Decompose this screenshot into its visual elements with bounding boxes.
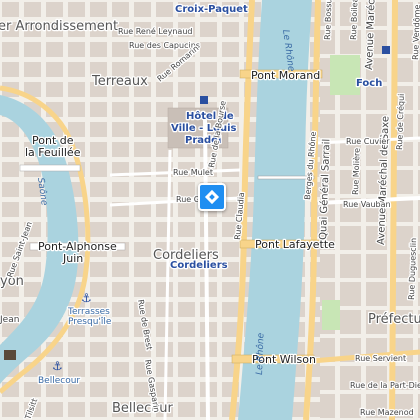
anchor-icon-bellecour: ⚓ <box>52 359 63 373</box>
district-label-arrondissement: er Arrondissement <box>0 19 118 34</box>
landmark-hotel-de-ville-2: Ville - Louis <box>171 123 237 134</box>
street-label-cuvier: Rue Cuvier <box>346 137 390 146</box>
bridge-label-alphonse-2: Juin <box>62 252 83 265</box>
landmark-foch: Foch <box>356 78 382 89</box>
anchor-icon: ⚓ <box>81 291 92 305</box>
landmark-terrasses-2: Presqu'île <box>68 317 112 327</box>
landmark-terrasses-1: Terrasses <box>67 307 110 317</box>
street-label-mazenod: Rue Mazenod <box>360 408 414 417</box>
pont-feuillee <box>19 164 81 172</box>
street-label-leynaud: Rue René Leynaud <box>118 26 192 36</box>
location-marker[interactable] <box>198 183 226 211</box>
district-label-jean: Jean <box>0 315 19 325</box>
street-label-part-dieu: Rue de la Part-Dieu <box>350 381 420 390</box>
district-label-terreaux: Terreaux <box>91 74 148 89</box>
landmark-croix-paquet: Croix-Paquet <box>175 4 248 15</box>
metro-icon-hotel-de-ville <box>200 96 208 104</box>
location-diamond-icon <box>204 189 220 205</box>
street-label-servient: Rue Servient <box>355 354 406 363</box>
street-label-crequi: Rue de Créqui <box>394 93 406 150</box>
street-label-grolee: Rue G <box>176 195 200 204</box>
street-label-bossuet: Rue Bossuet <box>323 0 334 40</box>
street-label-vauban: Rue Vauban <box>343 200 391 209</box>
map-canvas[interactable]: er Arrondissement Terreaux Cordeliers Be… <box>0 0 420 420</box>
park-foch <box>330 55 360 95</box>
park-east <box>322 300 340 330</box>
district-label-bellecour: Bellecour <box>112 401 173 416</box>
district-label-prefecture: Préfectu <box>368 312 420 327</box>
landmark-bellecour-station: Bellecour <box>38 376 80 386</box>
street-label-boileau: Rue Boileau <box>349 0 360 40</box>
landmark-cordeliers-station: Cordeliers <box>170 260 228 271</box>
building-icon-bellecour <box>4 350 16 360</box>
street-label-moliere: Rue Molière <box>350 148 362 195</box>
bridge-label-feuillee-2: la Feuillée <box>25 146 81 159</box>
street-label-mulet: Rue Mulet <box>173 168 213 177</box>
metro-icon-foch <box>382 46 390 54</box>
river-label-rhone-south: Le Rhône <box>254 332 266 375</box>
landmark-hotel-de-ville-1: Hôtel de <box>186 110 234 122</box>
bridge-label-morand: Pont Morand <box>251 69 320 82</box>
